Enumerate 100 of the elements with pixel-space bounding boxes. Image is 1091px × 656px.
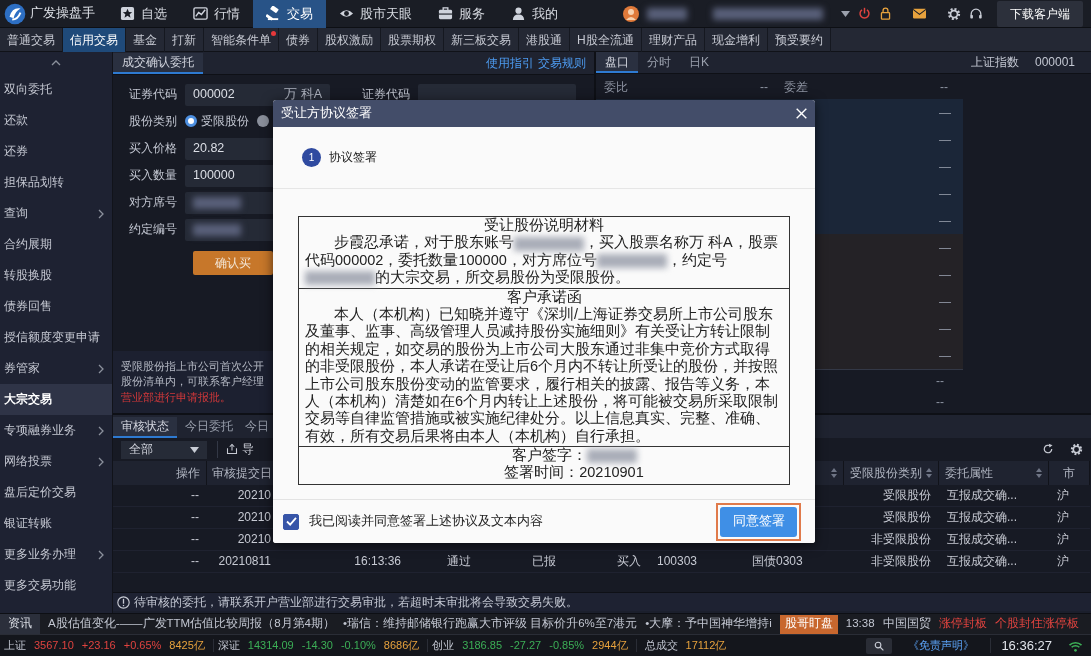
quote-value: —	[939, 294, 951, 310]
sidebar-item[interactable]: 更多交易功能	[0, 570, 112, 601]
nav-tab[interactable]: 我的	[498, 0, 571, 28]
sidebar-item[interactable]: 查询	[0, 198, 112, 229]
index-amount: 8425亿	[169, 638, 205, 653]
panel-tab[interactable]: 分时	[638, 52, 680, 74]
settings-icon[interactable]	[947, 6, 961, 21]
sidebar-item[interactable]: 债券回售	[0, 291, 112, 322]
sub-tab[interactable]: 信用交易	[63, 28, 126, 52]
alert-stock: 中国国贸	[882, 617, 931, 631]
table-cell: 沪	[1057, 488, 1069, 503]
panel-tab[interactable]: 日K	[680, 52, 718, 74]
sidebar-item[interactable]: 双向委托	[0, 74, 112, 105]
sidebar-item[interactable]: 合约展期	[0, 229, 112, 260]
sidebar-item[interactable]: 还券	[0, 136, 112, 167]
table-cell: 20210	[237, 510, 271, 525]
quote-value: --	[936, 395, 944, 410]
section-title: 受让股份说明材料	[484, 217, 605, 235]
news-headline[interactable]: •大摩：予中国神华增持i	[645, 617, 772, 631]
panel-tab[interactable]: 盘口	[596, 52, 638, 74]
settings-icon[interactable]	[1070, 443, 1083, 456]
table-cell: 沪	[1057, 554, 1069, 569]
lock-icon[interactable]	[879, 7, 892, 20]
panel-tab[interactable]: 今日委托	[177, 417, 241, 438]
caret-icon	[190, 446, 199, 453]
table-cell: 互报成交确...	[947, 510, 1017, 525]
index-name: 深证	[217, 638, 240, 653]
export-button[interactable]: 导	[217, 441, 260, 458]
panel-tab[interactable]: 今日	[241, 417, 271, 438]
quote-value: —	[939, 186, 951, 202]
nav-tab[interactable]: 行情	[180, 0, 253, 28]
panel-tab[interactable]: 成交确认委托	[113, 53, 203, 74]
news-headline[interactable]: A股估值变化-——广发TTM估值比较周报（8月第4期）	[48, 617, 335, 631]
power-icon[interactable]	[858, 7, 871, 20]
field-label: 买入数量	[128, 168, 178, 183]
sidebar-item[interactable]: 专项融券业务	[0, 415, 112, 446]
panel-tab[interactable]: 审核状态	[113, 417, 177, 438]
nav-tab[interactable]: 股市天眼	[326, 0, 425, 28]
help-link[interactable]: 使用指引	[486, 55, 534, 70]
caret-icon	[841, 10, 850, 17]
code-field[interactable]: 000002 万 科A	[185, 83, 330, 106]
news-tag: 资讯	[0, 613, 40, 635]
redacted-block	[193, 196, 241, 209]
nav-tab[interactable]: 服务	[425, 0, 498, 28]
watch-tag[interactable]: 股哥盯盘	[779, 614, 838, 634]
table-cell: 沪	[1057, 510, 1069, 525]
table-cell: --	[191, 510, 199, 525]
agree-checkbox[interactable]	[283, 513, 299, 530]
field-label: 证券代码	[362, 87, 410, 102]
disclaimer-link[interactable]: 《免责声明》	[908, 638, 975, 653]
search-button[interactable]	[866, 637, 893, 654]
wifi-icon	[1068, 639, 1083, 652]
sidebar-item[interactable]: 大宗交易	[0, 384, 112, 415]
alert-time: 13:38	[845, 617, 875, 631]
column-header: 审核提交日	[212, 465, 272, 481]
agreement-paragraph: 步霞忍承诺，对于股东账号 ，买入股票名称万 科A，股票代码000002，委托数量100000，对方席位号 ，约定号 的大宗交易，所交易股份为受限股份。	[305, 234, 779, 287]
chart-icon	[193, 6, 208, 21]
help-link[interactable]: 交易规则	[538, 55, 586, 70]
radio-button[interactable]	[257, 115, 269, 128]
sidebar-item[interactable]: 盘后定价交易	[0, 477, 112, 508]
sidebar-item[interactable]: 券管家	[0, 353, 112, 384]
index-name: 上证指数	[970, 54, 1019, 70]
column-header: 操作	[176, 465, 200, 481]
sidebar-item[interactable]: 还款	[0, 105, 112, 136]
sidebar-item[interactable]: 转股换股	[0, 260, 112, 291]
index-price: 3186.85	[462, 638, 503, 653]
mail-icon[interactable]	[912, 7, 927, 20]
filter-dropdown[interactable]: 全部	[121, 440, 207, 459]
logo-icon	[4, 2, 26, 25]
app-name: 广发操盘手	[30, 6, 95, 21]
close-icon[interactable]	[796, 108, 807, 119]
chevron-up-icon[interactable]	[51, 60, 61, 66]
news-headline[interactable]: •瑞信：维持邮储银行跑赢大市评级 目标价升6%至7港元	[342, 617, 638, 631]
note-text: 股份清单内，可联系客户经理	[121, 374, 264, 390]
quote-value: —	[939, 105, 951, 121]
radio-button[interactable]	[185, 115, 197, 128]
column-header: 委托属性	[945, 465, 993, 481]
table-cell: 16:13:36	[354, 554, 401, 569]
sidebar-item[interactable]: 授信额度变更申请	[0, 322, 112, 353]
field-label: 证券代码	[128, 87, 178, 102]
quote-value: —	[939, 348, 951, 364]
index-change: -14.30	[301, 638, 333, 653]
quote-value: —	[939, 159, 951, 175]
quote-label: 委比	[604, 79, 628, 95]
sidebar-item[interactable]: 网络投票	[0, 446, 112, 477]
sidebar-item[interactable]: 银证转账	[0, 508, 112, 539]
table-cell: 互报成交确...	[947, 532, 1017, 547]
index-price: 3567.10	[34, 638, 74, 653]
nav-tab[interactable]: 自选	[107, 0, 180, 28]
sidebar-item[interactable]: 担保品划转	[0, 167, 112, 198]
download-button[interactable]: 下载客户端	[997, 0, 1083, 27]
refresh-icon[interactable]	[1042, 443, 1054, 455]
quote-value: --	[940, 79, 948, 95]
index-change: +23.16	[81, 638, 116, 653]
nav-tab[interactable]: 交易	[253, 0, 326, 28]
sidebar-item[interactable]: 更多业务办理	[0, 539, 112, 570]
headset-icon[interactable]	[969, 6, 983, 21]
table-cell: 受限股份	[883, 488, 931, 503]
signature-label: 客户签字：	[511, 447, 587, 464]
table-cell: 20210811	[218, 554, 271, 569]
